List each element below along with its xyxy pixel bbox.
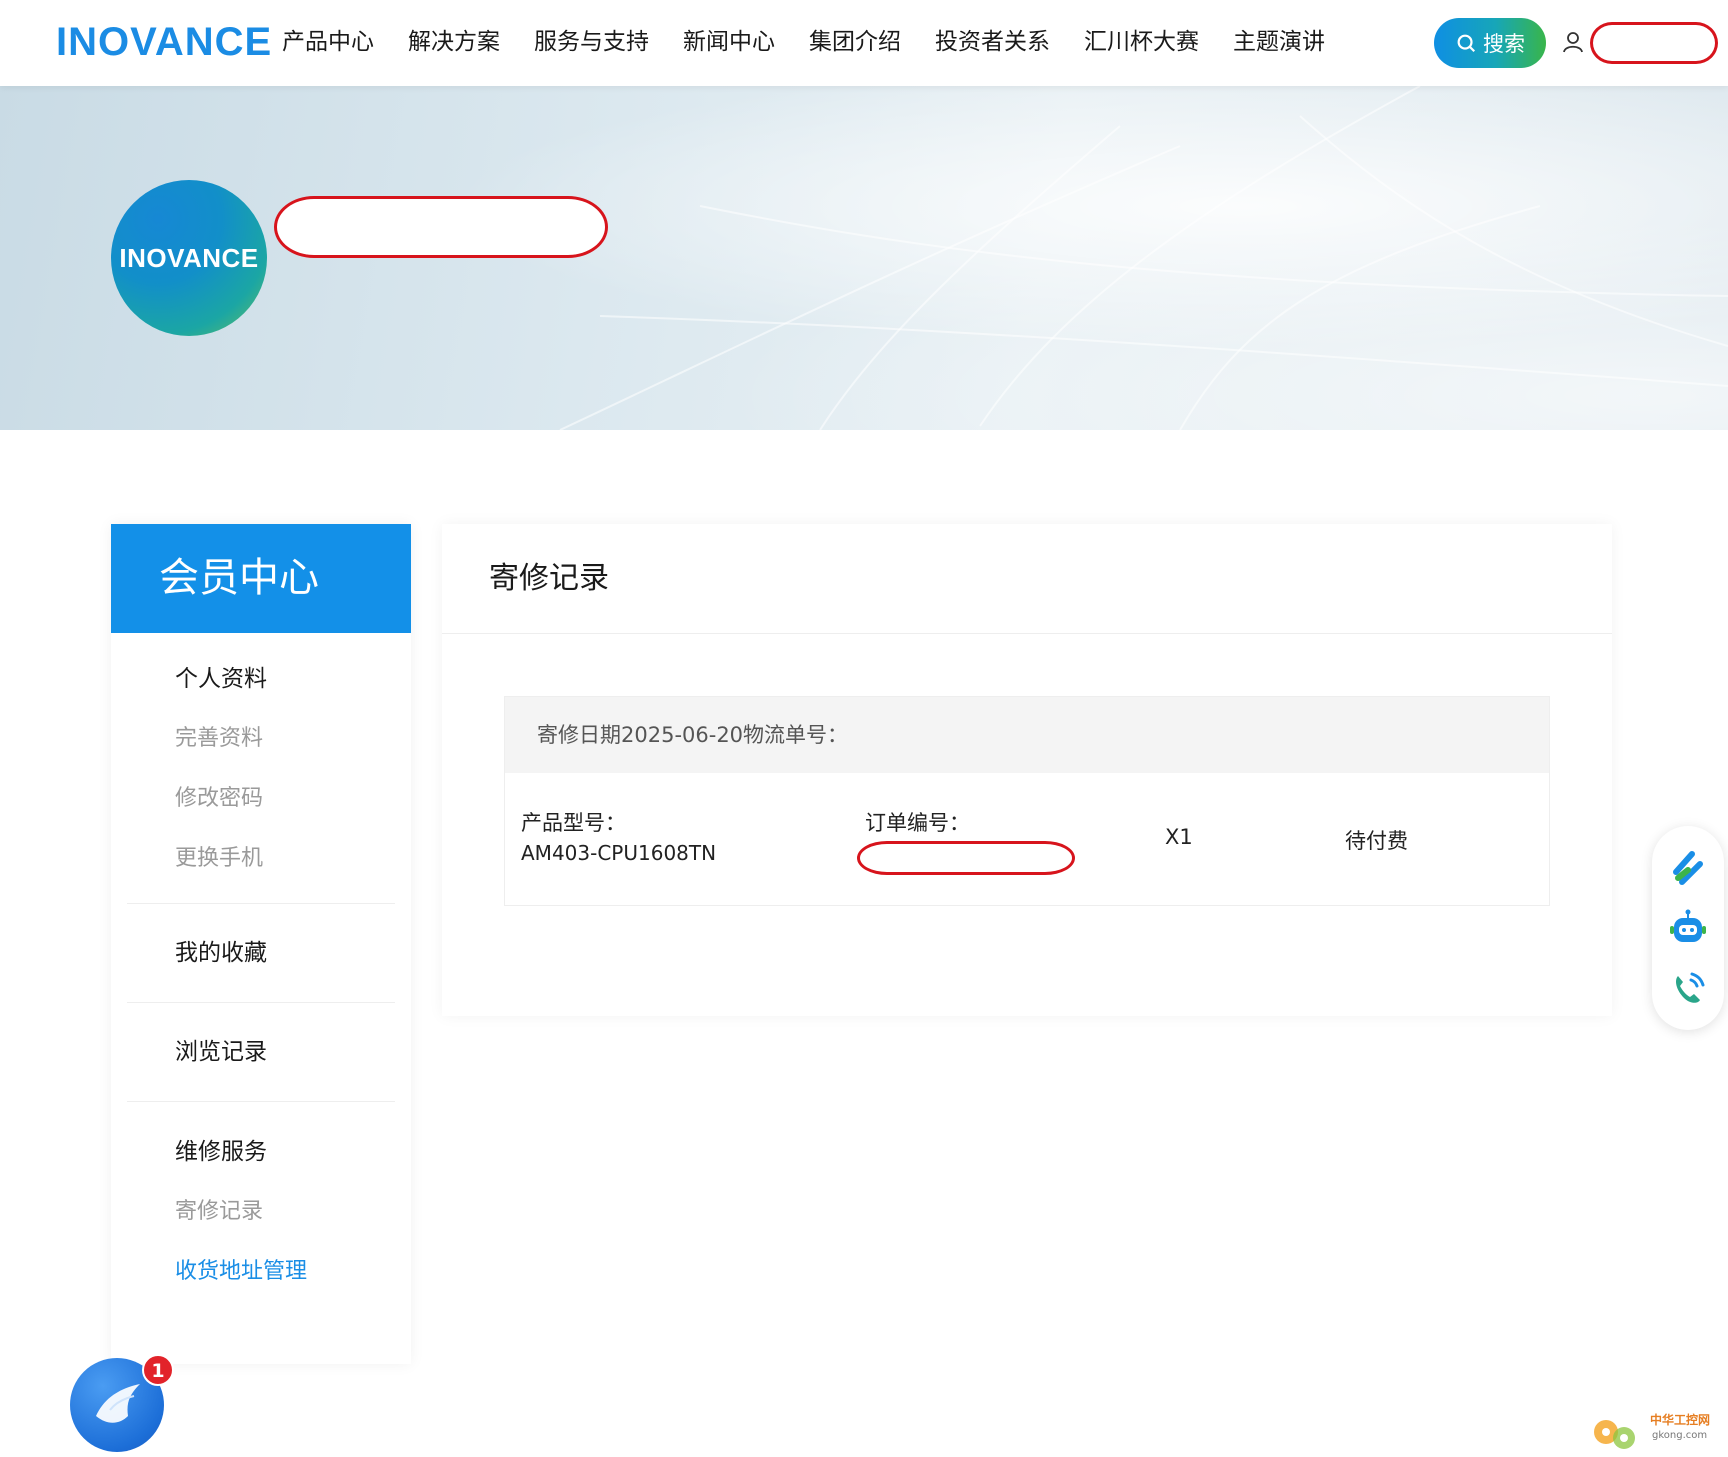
menu-item-browsing-history[interactable]: 浏览记录: [175, 1022, 411, 1082]
nav-item-competition[interactable]: 汇川杯大赛: [1067, 22, 1216, 62]
user-icon[interactable]: [1562, 30, 1584, 54]
menu-item-repair-records[interactable]: 寄修记录: [175, 1182, 411, 1242]
menu-item-profile[interactable]: 个人资料: [175, 649, 411, 709]
product-model-value: AM403-CPU1608TN: [521, 841, 717, 865]
order-number-label: 订单编号：: [865, 811, 970, 835]
nav-item-news[interactable]: 新闻中心: [666, 22, 792, 62]
watermark-domain: gkong.com: [1652, 1430, 1707, 1441]
user-avatar: INOVANCE: [111, 180, 267, 336]
sidebar-title: 会员中心: [111, 524, 411, 633]
redacted-order-number: [857, 841, 1075, 875]
phone-icon[interactable]: [1668, 968, 1708, 1008]
record-header: 寄修日期2025-06-20物流单号：: [505, 697, 1549, 773]
search-icon: [1457, 34, 1476, 53]
menu-group-history: 浏览记录: [111, 1003, 411, 1101]
menu-group-favorites: 我的收藏: [111, 904, 411, 1002]
inovance-logo[interactable]: INOVANCE: [56, 18, 272, 66]
nav-item-solutions[interactable]: 解决方案: [391, 22, 517, 62]
redacted-display-name: [274, 196, 608, 258]
top-navigation: INOVANCE 产品中心 解决方案 服务与支持 新闻中心 集团介绍 投资者关系…: [0, 0, 1728, 86]
status-badge: 待付费: [1345, 829, 1408, 853]
menu-item-repair-service[interactable]: 维修服务: [175, 1122, 411, 1182]
repair-records-panel: 寄修记录 寄修日期2025-06-20物流单号： 产品型号： AM403-CPU…: [442, 524, 1612, 1016]
floating-toolbar: [1652, 826, 1724, 1030]
nav-item-about-group[interactable]: 集团介绍: [792, 22, 918, 62]
menu-group-profile: 个人资料 完善资料 修改密码 更换手机: [111, 633, 411, 903]
repair-record-card: 寄修日期2025-06-20物流单号： 产品型号： AM403-CPU1608T…: [504, 696, 1550, 906]
search-label: 搜索: [1483, 32, 1525, 56]
page-title: 寄修记录: [442, 524, 1612, 634]
record-body: 产品型号： AM403-CPU1608TN 订单编号： X1 待付费: [505, 773, 1549, 907]
menu-group-repair: 维修服务 寄修记录 收货地址管理: [111, 1102, 411, 1302]
member-sidebar: 会员中心 个人资料 完善资料 修改密码 更换手机 我的收藏 浏览记录 维修服务 …: [111, 524, 411, 1364]
menu-item-complete-profile[interactable]: 完善资料: [175, 709, 411, 769]
nav-item-service-support[interactable]: 服务与支持: [517, 22, 666, 62]
redacted-username: [1590, 22, 1718, 64]
quantity-value: X1: [1165, 825, 1193, 849]
quick-link-icon[interactable]: [1668, 848, 1708, 888]
product-model-label: 产品型号：: [521, 811, 626, 835]
menu-item-favorites[interactable]: 我的收藏: [175, 923, 411, 983]
profile-banner: INOVANCE: [0, 86, 1728, 430]
nav-item-investors[interactable]: 投资者关系: [918, 22, 1067, 62]
search-button[interactable]: 搜索: [1434, 18, 1546, 68]
notification-badge: 1: [142, 1354, 174, 1386]
menu-item-change-phone[interactable]: 更换手机: [175, 829, 411, 889]
gkong-watermark: 中华工控网 gkong.com: [1594, 1412, 1710, 1449]
menu-item-address-management[interactable]: 收货地址管理: [175, 1242, 411, 1302]
nav-item-keynotes[interactable]: 主题演讲: [1216, 22, 1342, 62]
nav-item-products[interactable]: 产品中心: [282, 22, 391, 62]
robot-assistant-icon[interactable]: [1668, 908, 1708, 948]
menu-item-change-password[interactable]: 修改密码: [175, 769, 411, 829]
main-nav: 产品中心 解决方案 服务与支持 新闻中心 集团介绍 投资者关系 汇川杯大赛 主题…: [282, 22, 1342, 62]
watermark-text: 中华工控网: [1650, 1412, 1710, 1427]
